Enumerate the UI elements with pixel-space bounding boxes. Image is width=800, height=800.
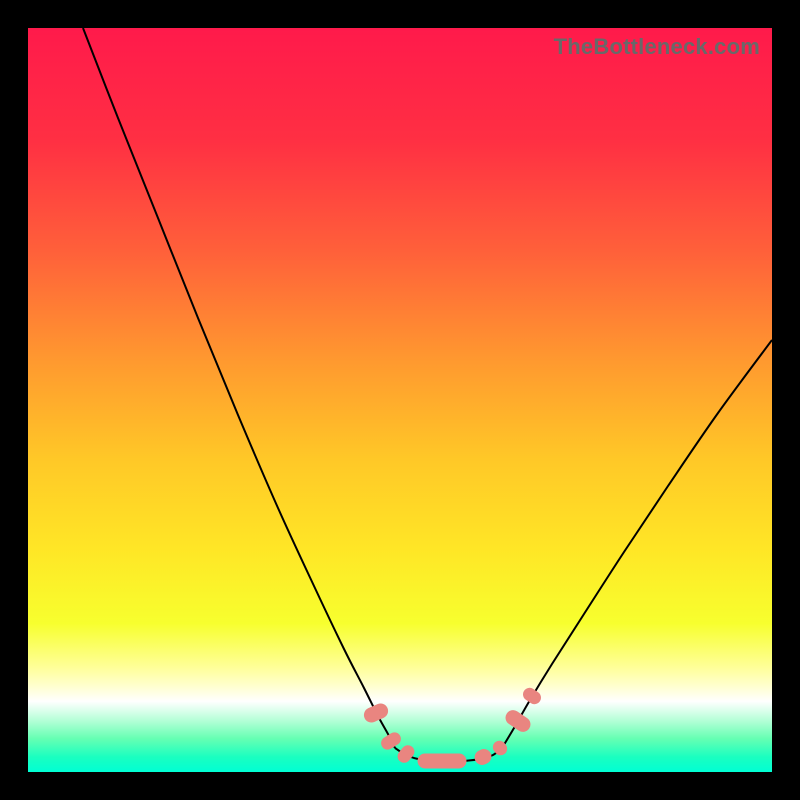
plot-area: TheBottleneck.com <box>28 28 772 772</box>
floor-marker <box>418 754 466 768</box>
gradient-background <box>28 28 772 772</box>
watermark-text: TheBottleneck.com <box>554 34 760 60</box>
chart-svg <box>28 28 772 772</box>
